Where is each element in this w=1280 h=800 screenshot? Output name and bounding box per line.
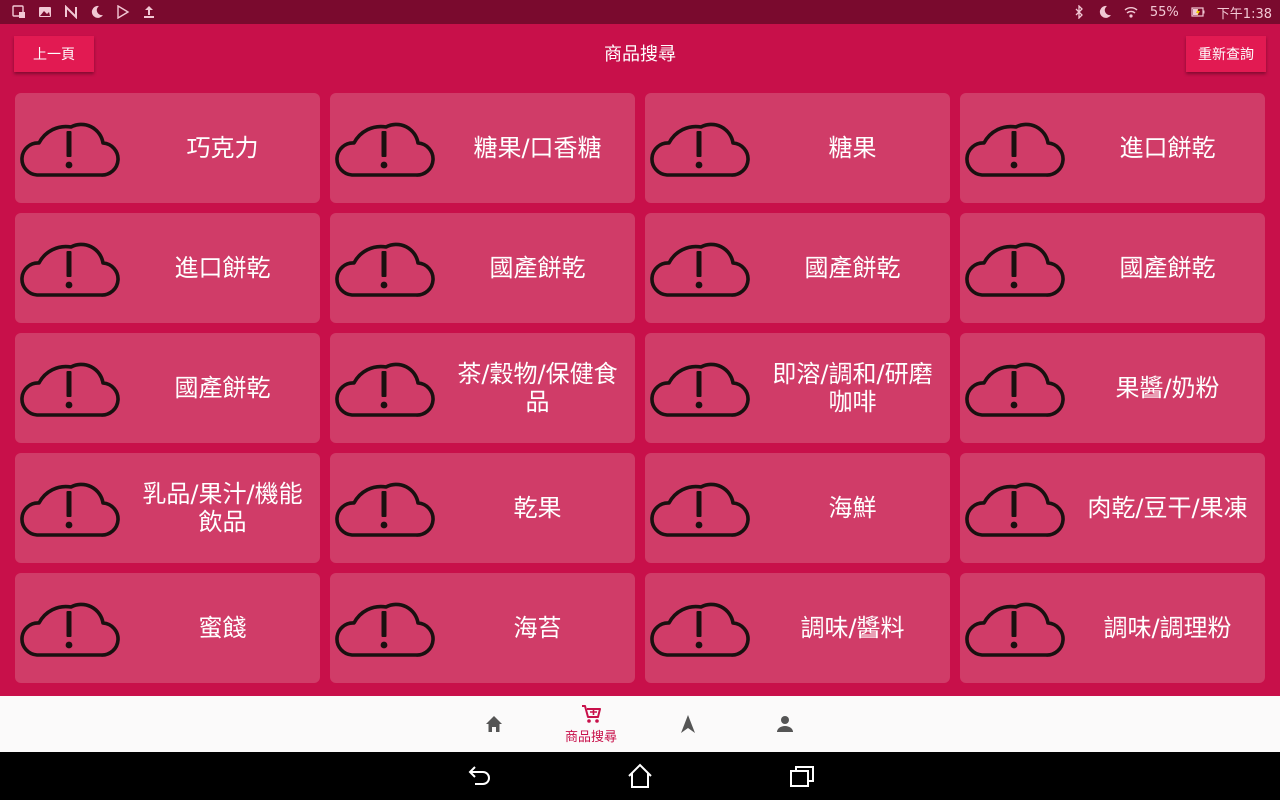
cloud-alert-icon bbox=[649, 591, 751, 661]
cloud-alert-icon bbox=[649, 111, 751, 181]
nav-navigate[interactable] bbox=[648, 696, 728, 752]
category-tile-20[interactable]: 調味/調理粉 bbox=[960, 573, 1265, 683]
cloud-alert-icon bbox=[964, 471, 1066, 541]
status-time: 下午1:38 bbox=[1216, 6, 1272, 22]
category-label: 國產餅乾 bbox=[1119, 254, 1216, 282]
navigation-arrow-icon bbox=[677, 713, 699, 735]
cloud-alert-icon bbox=[19, 111, 121, 181]
nav-product-search[interactable]: 商品搜尋 bbox=[551, 696, 631, 752]
category-tile-11[interactable]: 即溶/調和/研磨咖啡 bbox=[645, 333, 950, 443]
wifi-icon bbox=[1124, 5, 1138, 19]
cloud-alert-icon bbox=[334, 231, 436, 301]
cloud-alert-icon bbox=[964, 351, 1066, 421]
cloud-alert-icon bbox=[19, 471, 121, 541]
category-tile-12[interactable]: 果醬/奶粉 bbox=[960, 333, 1265, 443]
cloud-alert-icon bbox=[649, 471, 751, 541]
category-tile-3[interactable]: 糖果 bbox=[645, 93, 950, 203]
home-icon bbox=[483, 713, 505, 735]
category-tile-16[interactable]: 肉乾/豆干/果凍 bbox=[960, 453, 1265, 563]
category-label: 國產餅乾 bbox=[804, 254, 901, 282]
cloud-alert-icon bbox=[334, 111, 436, 181]
app-bar: 上一頁 商品搜尋 重新查詢 bbox=[0, 24, 1280, 84]
category-tile-18[interactable]: 海苔 bbox=[330, 573, 635, 683]
category-label: 乳品/果汁/機能飲品 bbox=[142, 480, 303, 536]
category-tile-7[interactable]: 國產餅乾 bbox=[645, 213, 950, 323]
upload-icon bbox=[142, 5, 156, 19]
category-tile-15[interactable]: 海鮮 bbox=[645, 453, 950, 563]
cloud-alert-icon bbox=[19, 351, 121, 421]
category-tile-19[interactable]: 調味/醬料 bbox=[645, 573, 950, 683]
image-upload-icon bbox=[12, 5, 26, 19]
category-tile-9[interactable]: 國產餅乾 bbox=[15, 333, 320, 443]
bottom-navigation: 商品搜尋 bbox=[0, 696, 1280, 752]
cart-icon bbox=[580, 703, 602, 725]
category-tile-2[interactable]: 糖果/口香糖 bbox=[330, 93, 635, 203]
category-label: 巧克力 bbox=[186, 134, 259, 162]
category-label: 乾果 bbox=[513, 494, 562, 522]
category-label: 肉乾/豆干/果凍 bbox=[1087, 494, 1248, 522]
cloud-alert-icon bbox=[334, 591, 436, 661]
battery-charging-icon bbox=[1191, 5, 1205, 19]
category-label: 調味/醬料 bbox=[800, 614, 905, 642]
cloud-alert-icon bbox=[19, 231, 121, 301]
category-tile-13[interactable]: 乳品/果汁/機能飲品 bbox=[15, 453, 320, 563]
status-bar: 55% 下午1:38 bbox=[0, 0, 1280, 24]
category-label: 國產餅乾 bbox=[174, 374, 271, 402]
category-grid: 巧克力 糖果/口香糖 糖果 進口餅乾 進口餅乾 國產餅乾 國產餅乾 國產餅乾 國… bbox=[15, 93, 1265, 683]
cloud-alert-icon bbox=[964, 111, 1066, 181]
category-label: 進口餅乾 bbox=[1119, 134, 1216, 162]
bluetooth-icon bbox=[1072, 5, 1086, 19]
status-bar-right: 55% 下午1:38 bbox=[1072, 3, 1272, 22]
category-tile-6[interactable]: 國產餅乾 bbox=[330, 213, 635, 323]
category-label: 蜜餞 bbox=[198, 614, 247, 642]
cloud-alert-icon bbox=[649, 231, 751, 301]
play-store-icon bbox=[116, 5, 130, 19]
page-title: 商品搜尋 bbox=[604, 44, 676, 65]
nav-product-search-label: 商品搜尋 bbox=[564, 730, 617, 745]
cloud-alert-icon bbox=[334, 351, 436, 421]
category-label: 即溶/調和/研磨咖啡 bbox=[772, 360, 933, 416]
home-icon[interactable] bbox=[625, 762, 655, 790]
gallery-icon bbox=[38, 5, 52, 19]
cloud-alert-icon bbox=[649, 351, 751, 421]
category-label: 調味/調理粉 bbox=[1103, 614, 1232, 642]
moon-icon bbox=[1098, 5, 1112, 19]
nav-home[interactable] bbox=[454, 696, 534, 752]
system-navigation-bar bbox=[0, 752, 1280, 800]
category-label: 海苔 bbox=[513, 614, 562, 642]
battery-percentage: 55% bbox=[1149, 4, 1179, 20]
category-tile-14[interactable]: 乾果 bbox=[330, 453, 635, 563]
recents-icon[interactable] bbox=[787, 762, 817, 790]
category-tile-10[interactable]: 茶/穀物/保健食品 bbox=[330, 333, 635, 443]
n-icon bbox=[64, 5, 78, 19]
category-tile-17[interactable]: 蜜餞 bbox=[15, 573, 320, 683]
category-label: 果醬/奶粉 bbox=[1115, 374, 1220, 402]
nav-profile[interactable] bbox=[745, 696, 825, 752]
status-bar-left bbox=[12, 5, 156, 19]
moon-icon bbox=[90, 5, 104, 19]
cloud-alert-icon bbox=[334, 471, 436, 541]
back-icon[interactable] bbox=[463, 762, 493, 790]
cloud-alert-icon bbox=[964, 231, 1066, 301]
category-label: 國產餅乾 bbox=[489, 254, 586, 282]
category-tile-4[interactable]: 進口餅乾 bbox=[960, 93, 1265, 203]
category-tile-8[interactable]: 國產餅乾 bbox=[960, 213, 1265, 323]
category-tile-1[interactable]: 巧克力 bbox=[15, 93, 320, 203]
cloud-alert-icon bbox=[964, 591, 1066, 661]
cloud-alert-icon bbox=[19, 591, 121, 661]
category-label: 進口餅乾 bbox=[174, 254, 271, 282]
category-tile-5[interactable]: 進口餅乾 bbox=[15, 213, 320, 323]
reset-search-button[interactable]: 重新查詢 bbox=[1186, 36, 1266, 72]
person-icon bbox=[774, 713, 796, 735]
category-label: 海鮮 bbox=[828, 494, 877, 522]
category-label: 茶/穀物/保健食品 bbox=[457, 360, 618, 416]
category-label: 糖果/口香糖 bbox=[473, 134, 602, 162]
category-label: 糖果 bbox=[828, 134, 877, 162]
